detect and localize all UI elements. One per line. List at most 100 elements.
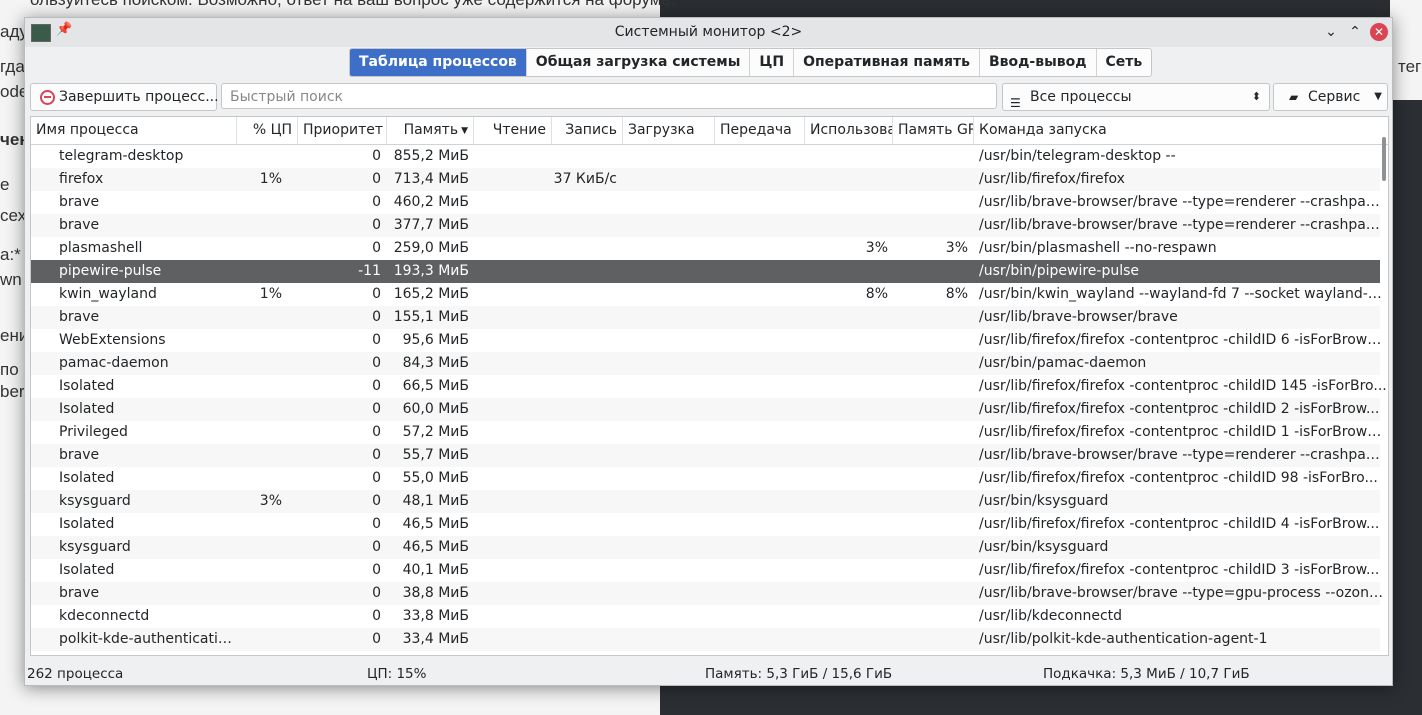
cell-name: brave [59, 309, 100, 325]
cell-name: Isolated [59, 470, 115, 486]
cell-name: ksysguard [59, 493, 131, 509]
cell-priority: 0 [372, 240, 381, 256]
table-row[interactable]: plasmashell 0 259,0 МиБ 3% 3% /usr/bin/plasma… [31, 237, 1380, 260]
column-header-gpu-usage[interactable]: Использова [805, 117, 893, 144]
cell-memory: 57,2 МиБ [402, 424, 469, 440]
cell-memory: 377,7 МиБ [393, 217, 469, 233]
table-row[interactable]: Isolated 0 60,0 МиБ/usr/lib/firefox/firefo… [31, 398, 1380, 421]
memory-usage-status: Память: 5,3 ГиБ / 15,6 ГиБ [705, 666, 893, 682]
table-row[interactable]: ksysguard 0 46,5 МиБ/usr/bin/ksysguard [31, 536, 1380, 559]
table-row[interactable]: ksysguard 3% 0 48,1 МиБ/usr/bin/ksysguard [31, 490, 1380, 513]
table-row[interactable]: kwin_wayland 1% 0 165,2 МиБ 8% 8% /usr/bin/kwi… [31, 283, 1387, 306]
cell-memory: 713,4 МиБ [393, 171, 469, 187]
column-header-label: Память GPU [898, 122, 973, 138]
cell-priority: 0 [372, 355, 381, 371]
cell-command: /usr/bin/telegram-desktop -- [979, 148, 1176, 164]
service-menu-button[interactable]: ▰ Сервис ▼ [1273, 83, 1388, 111]
column-header-read[interactable]: Чтение [474, 117, 552, 144]
quick-search-input[interactable]: Быстрый поиск [221, 83, 997, 109]
cell-name: kwin_wayland [59, 286, 157, 302]
cell-priority: 0 [372, 585, 381, 601]
cell-priority: 0 [372, 516, 381, 532]
cell-write: 37 КиБ/с [553, 171, 617, 187]
tab-cpu[interactable]: ЦП [750, 49, 795, 76]
cell-command: /usr/bin/kwin_wayland --wayland-fd 7 --s… [979, 286, 1387, 302]
cell-command: /usr/lib/firefox/firefox -contentproc -c… [979, 470, 1378, 486]
table-row[interactable]: Privileged 0 57,2 МиБ/usr/lib/firefox/fire… [31, 421, 1387, 444]
column-header-priority[interactable]: Приоритет [298, 117, 387, 144]
maximize-button[interactable]: ⌃ [1345, 22, 1365, 42]
background-text: по [0, 360, 19, 379]
column-header-memory[interactable]: Память ▼ [387, 117, 474, 144]
cell-command: /usr/bin/pamac-daemon [979, 355, 1147, 371]
table-row[interactable]: brave 0 38,8 МиБ/usr/lib/brave-browser/bra… [31, 582, 1387, 605]
cell-name: Isolated [59, 562, 115, 578]
table-row[interactable]: brave 0 55,7 МиБ/usr/lib/brave-browser/bra… [31, 444, 1387, 467]
column-header-command[interactable]: Команда запуска [974, 117, 1388, 144]
cell-memory: 46,5 МиБ [402, 539, 469, 555]
cell-priority: -11 [358, 263, 381, 279]
vertical-scrollbar[interactable] [1382, 137, 1386, 181]
column-header-upload[interactable]: Передача [715, 117, 805, 144]
cell-command: /usr/lib/firefox/firefox -contentproc -c… [979, 516, 1380, 532]
background-text: гда [0, 57, 25, 76]
table-row[interactable]: Isolated 0 40,1 МиБ/usr/lib/firefox/firefo… [31, 559, 1380, 582]
tab-memory[interactable]: Оперативная память [794, 49, 980, 76]
process-filter-select[interactable]: ☰ Все процессы ⬍ [1002, 83, 1270, 111]
close-button[interactable]: ✕ [1370, 23, 1388, 41]
cell-command: /usr/lib/polkit-kde-authentication-agent… [979, 631, 1268, 647]
table-row[interactable]: brave 0 155,1 МиБ/usr/lib/brave-browser/br… [31, 306, 1380, 329]
cell-name: brave [59, 447, 100, 463]
table-row[interactable]: brave 0 377,7 МиБ/usr/lib/brave-browser/br… [31, 214, 1387, 237]
table-row[interactable]: firefox 1% 0 713,4 МиБ 37 КиБ/с/usr/lib/fire… [31, 168, 1380, 191]
background-text: wn [0, 270, 22, 289]
table-row[interactable]: Isolated 0 46,5 МиБ/usr/lib/firefox/firefo… [31, 513, 1380, 536]
cell-priority: 0 [372, 332, 381, 348]
process-count: 262 процесса [27, 666, 124, 682]
tab-io[interactable]: Ввод-вывод [980, 49, 1097, 76]
cell-cpu: 1% [259, 171, 282, 187]
cell-name: Isolated [59, 516, 115, 532]
column-header-write[interactable]: Запись [552, 117, 623, 144]
table-row[interactable]: polkit-kde-authenticatio... 0 33,4 МиБ/usr… [31, 628, 1380, 651]
minimize-button[interactable]: ⌄ [1321, 22, 1341, 42]
cell-name: WebExtensions [59, 332, 166, 348]
cell-gpu-memory: 3% [945, 240, 968, 256]
table-row[interactable]: pamac-daemon 0 84,3 МиБ/usr/bin/pamac-daem… [31, 352, 1380, 375]
cell-priority: 0 [372, 217, 381, 233]
process-table: Имя процесса % ЦП Приоритет Память ▼ Чтен… [30, 116, 1389, 656]
column-header-label: Память [403, 122, 459, 138]
list-icon: ☰ [1010, 96, 1021, 110]
toolbox-icon: ▰ [1289, 90, 1299, 104]
cell-command: /usr/lib/brave-browser/brave --type=rend… [979, 194, 1387, 210]
cell-memory: 855,2 МиБ [393, 148, 469, 164]
column-header-download[interactable]: Загрузка [623, 117, 715, 144]
table-row[interactable]: brave 0 460,2 МиБ/usr/lib/brave-browser/br… [31, 191, 1387, 214]
column-header-name[interactable]: Имя процесса [31, 117, 237, 144]
table-row[interactable]: pipewire-pulse -11 193,3 МиБ/usr/bin/pipew… [31, 260, 1380, 283]
tab-system-load[interactable]: Общая загрузка системы [527, 49, 751, 76]
table-row[interactable]: kdeconnectd 0 33,8 МиБ/usr/lib/kdeconnectd [31, 605, 1380, 628]
column-header-label: Запись [565, 122, 617, 138]
process-filter-value: Все процессы [1030, 89, 1132, 105]
cell-command: /usr/bin/plasmashell --no-respawn [979, 240, 1217, 256]
cell-memory: 84,3 МиБ [402, 355, 469, 371]
table-body: telegram-desktop 0 855,2 МиБ/usr/bin/teleg… [31, 145, 1387, 651]
column-header-gpu-memory[interactable]: Память GPU [893, 117, 974, 144]
table-row[interactable]: Isolated 0 55,0 МиБ/usr/lib/firefox/firefo… [31, 467, 1380, 490]
background-text: ользуйтесь поиском. Возможно, ответ на в… [30, 0, 676, 10]
table-row[interactable]: telegram-desktop 0 855,2 МиБ/usr/bin/teleg… [31, 145, 1380, 168]
cell-priority: 0 [372, 493, 381, 509]
cell-name: plasmashell [59, 240, 143, 256]
kill-process-button[interactable]: Завершить процесс... [30, 83, 219, 111]
table-row[interactable]: WebExtensions 0 95,6 МиБ/usr/lib/firefox/f… [31, 329, 1387, 352]
table-row[interactable]: Isolated 0 66,5 МиБ/usr/lib/firefox/firefo… [31, 375, 1387, 398]
stop-circle-icon [40, 90, 55, 105]
tab-network[interactable]: Сеть [1097, 49, 1152, 76]
tab-process-table[interactable]: Таблица процессов [350, 49, 527, 76]
column-header-label: Чтение [492, 122, 546, 138]
column-header-cpu[interactable]: % ЦП [237, 117, 298, 144]
titlebar[interactable]: 📌 Системный монитор <2> ⌄ ⌃ ✕ [25, 18, 1392, 47]
cell-priority: 0 [372, 286, 381, 302]
cell-command: /usr/bin/ksysguard [979, 493, 1109, 509]
